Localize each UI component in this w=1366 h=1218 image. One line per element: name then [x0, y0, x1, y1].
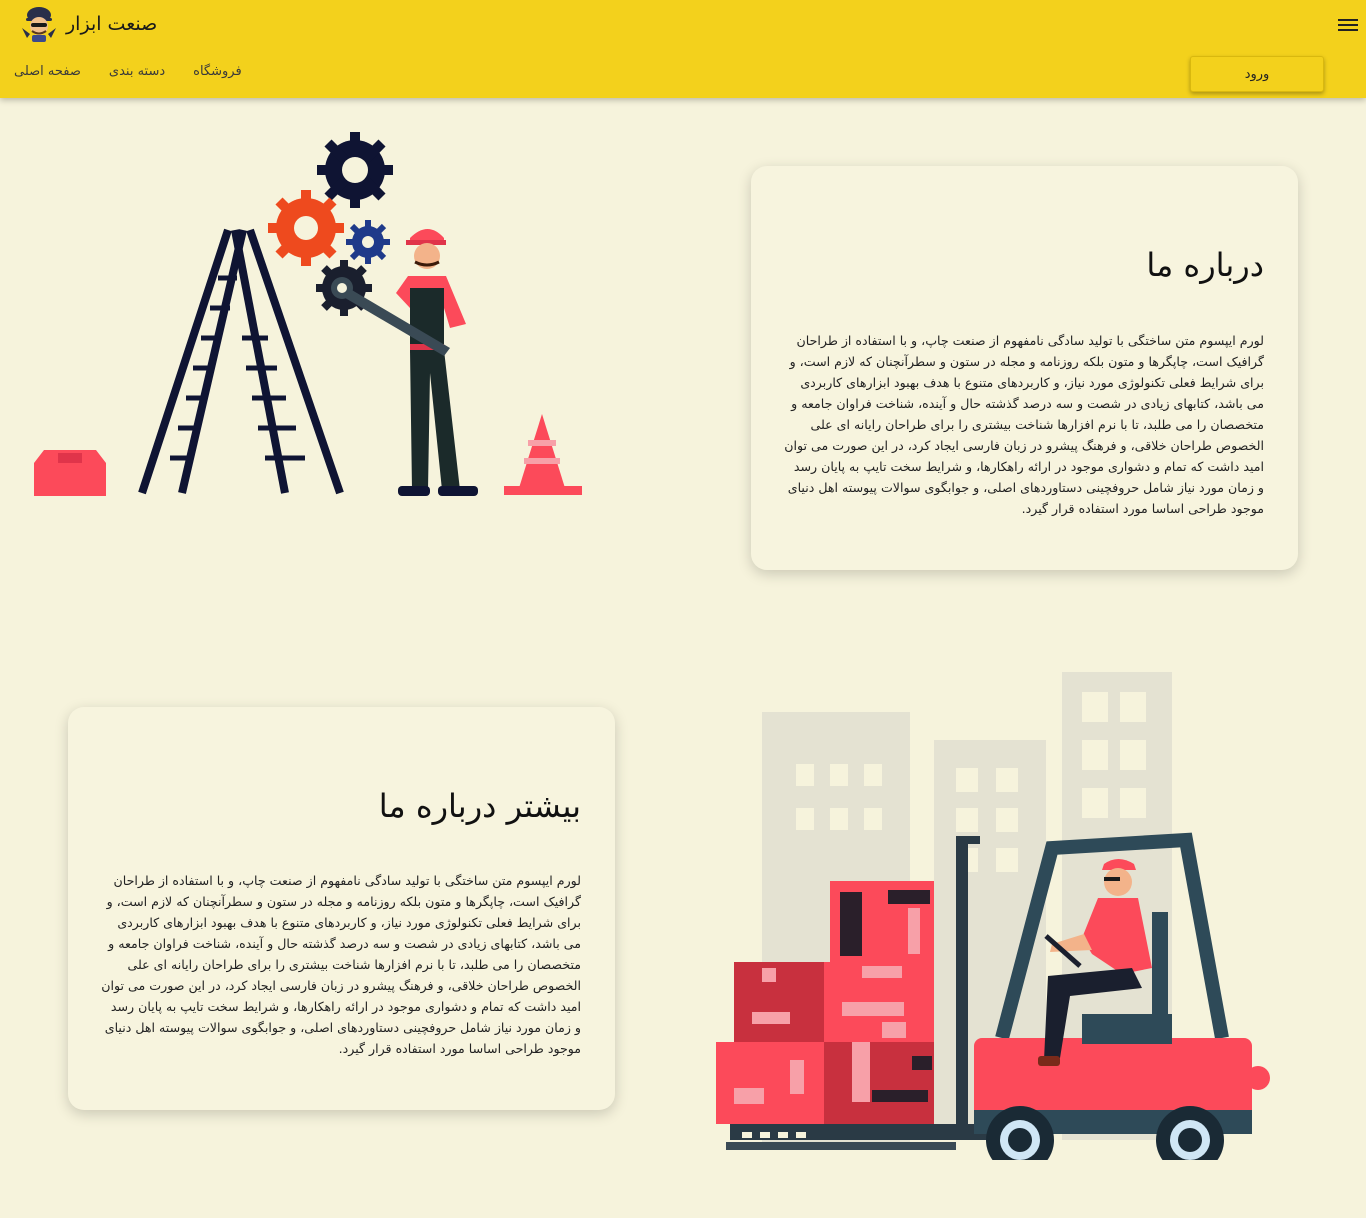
worker-ladder-gears-illustration: [34, 132, 582, 496]
forklift-boxes-illustration: [716, 672, 1270, 1160]
nav-categories-link[interactable]: دسته بندی: [109, 64, 165, 79]
more-about-title: بیشتر درباره ما: [378, 787, 581, 825]
gear-blue-icon: [346, 220, 390, 264]
gear-black-icon: [317, 132, 393, 208]
main-nav: صفحه اصلی دسته بندی فروشگاه: [14, 64, 242, 79]
about-text: لورم ایپسوم متن ساختگی با تولید سادگی نا…: [784, 333, 1264, 516]
brand[interactable]: صنعت ابزار: [18, 4, 157, 44]
ladder-icon: [138, 228, 344, 495]
more-about-text: لورم ایپسوم متن ساختگی با تولید سادگی نا…: [101, 873, 581, 1056]
about-card: درباره ما لورم ایپسوم متن ساختگی با تولی…: [751, 166, 1298, 570]
traffic-cone-icon: [504, 414, 582, 495]
more-about-card: بیشتر درباره ما لورم ایپسوم متن ساختگی ب…: [68, 707, 615, 1110]
top-header: صنعت ابزار صفحه اصلی دسته بندی فروشگاه و…: [0, 0, 1366, 98]
nav-shop-link[interactable]: فروشگاه: [193, 64, 242, 79]
hamburger-menu-icon[interactable]: [1338, 16, 1358, 34]
toolbox-icon: [34, 450, 106, 496]
about-title: درباره ما: [1146, 246, 1264, 284]
brand-title: صنعت ابزار: [66, 13, 158, 35]
nav-home-link[interactable]: صفحه اصلی: [14, 64, 81, 79]
login-button[interactable]: ورود: [1190, 56, 1324, 92]
gear-orange-icon: [268, 190, 344, 266]
worker-mascot-icon: [22, 7, 56, 42]
